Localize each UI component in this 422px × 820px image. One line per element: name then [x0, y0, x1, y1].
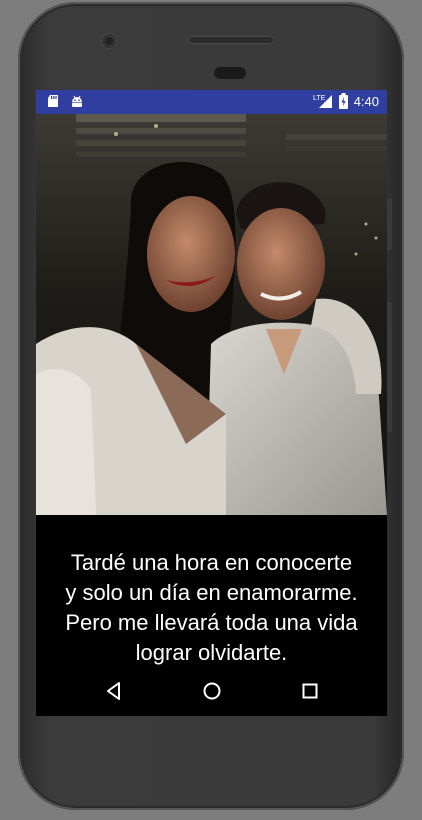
back-triangle-icon[interactable] — [103, 680, 125, 702]
status-bar: LTE 4:40 — [36, 90, 387, 114]
home-circle-icon[interactable] — [201, 680, 223, 702]
sd-card-icon — [48, 95, 58, 107]
lte-signal-icon: LTE — [313, 95, 332, 108]
android-icon — [72, 95, 82, 107]
earpiece-speaker — [188, 36, 274, 44]
phone-screen: LTE 4:40 Tardé una hora en conocerte y s… — [36, 90, 387, 716]
network-label: LTE — [313, 95, 326, 102]
quote-text: Tardé una hora en conocerte y solo un dí… — [65, 550, 358, 665]
couple-selfie-photo — [36, 114, 387, 515]
recents-square-icon[interactable] — [299, 680, 321, 702]
navigation-bar — [36, 670, 387, 712]
proximity-sensor — [214, 67, 246, 79]
battery-icon — [338, 93, 348, 109]
status-time: 4:40 — [353, 93, 379, 109]
front-camera-icon — [102, 34, 116, 48]
